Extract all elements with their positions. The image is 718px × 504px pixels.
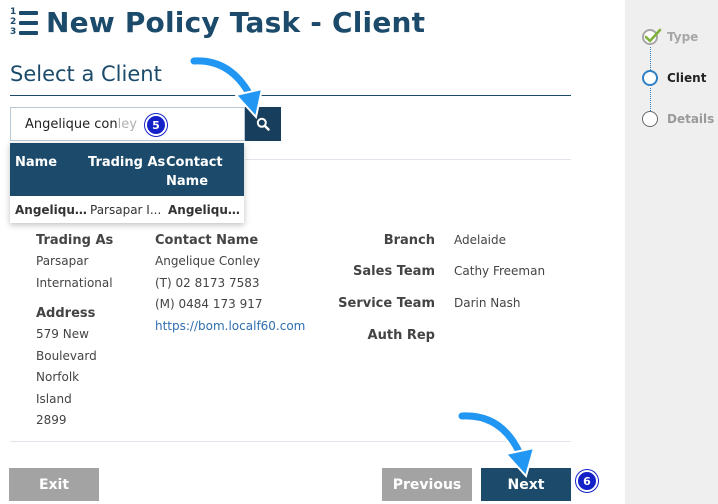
result-trading-as: Parsapar I...: [90, 203, 162, 217]
address-line: Boulevard: [36, 348, 97, 363]
contact-name-label: Contact Name: [155, 233, 259, 248]
service-team-label: Service Team: [338, 296, 435, 311]
step-connector: [650, 88, 651, 111]
contact-mobile: (M) 0484 173 917: [155, 297, 263, 311]
checkmark-icon: [644, 28, 662, 43]
contact-phone: (T) 02 8173 7583: [155, 275, 260, 290]
contact-website-link[interactable]: https://bom.localf60.com: [155, 316, 305, 338]
wizard-step-type[interactable]: Type: [642, 28, 699, 45]
result-contact-name: Angelique ...: [168, 203, 244, 217]
section-title: Select a Client: [10, 62, 162, 86]
step-badge-5: 5: [145, 114, 167, 136]
numbered-list-icon: 1 2 3: [10, 7, 38, 38]
sales-team-value: Cathy Freeman: [454, 264, 546, 278]
branch-value: Adelaide: [454, 233, 507, 247]
trading-as-line: International: [36, 275, 113, 290]
column-header-contact-name: Contact Name: [166, 155, 223, 189]
trading-as-label: Trading As: [36, 233, 114, 248]
step-circle: [642, 70, 658, 86]
exit-button[interactable]: Exit: [9, 468, 99, 501]
wizard-step-client[interactable]: Client: [642, 70, 706, 86]
step-circle: [642, 28, 662, 45]
auth-rep-label: Auth Rep: [367, 328, 435, 343]
contact-details: Angelique Conley (T) 02 8173 7583 (M) 04…: [155, 251, 305, 337]
page-title: New Policy Task - Client: [46, 6, 426, 39]
address-label: Address: [36, 306, 96, 321]
address-value: 579 New Boulevard Norfolk Island 2899: [36, 324, 97, 432]
service-team-value: Darin Nash: [454, 296, 521, 310]
annotation-arrow-icon: [458, 410, 536, 479]
page-header: 1 2 3 New Policy Task - Client: [10, 6, 425, 39]
step-label: Details: [667, 112, 715, 126]
results-header: Name Trading As Contact Name: [10, 143, 244, 196]
address-line: Island: [36, 391, 72, 406]
result-name: Angelique ...: [15, 203, 93, 217]
search-results-dropdown: Name Trading As Contact Name Angelique .…: [10, 143, 244, 223]
search-divider: [245, 159, 571, 160]
column-header-name: Name: [15, 155, 58, 170]
section-divider: [10, 95, 571, 96]
step-badge-6: 6: [576, 470, 598, 492]
sales-team-label: Sales Team: [353, 264, 435, 279]
step-label: Type: [667, 30, 699, 44]
branch-label: Branch: [383, 233, 435, 248]
trading-as-value: Parsapar International: [36, 251, 113, 294]
results-row[interactable]: Angelique ... Parsapar I... Angelique ..…: [10, 196, 244, 223]
trading-as-line: Parsapar: [36, 254, 89, 268]
search-typed-text: Angelique con: [25, 117, 118, 132]
search-autocomplete-hint: ley: [117, 117, 137, 132]
step-connector: [650, 47, 651, 70]
address-line: Norfolk: [36, 370, 80, 384]
address-line: 579 New: [36, 327, 89, 341]
step-label: Client: [667, 71, 707, 85]
wizard-step-details[interactable]: Details: [642, 111, 714, 127]
annotation-arrow-icon: [190, 55, 264, 120]
contact-name: Angelique Conley: [155, 254, 261, 268]
address-line: 2899: [36, 413, 67, 427]
step-circle: [642, 111, 658, 127]
column-header-trading-as: Trading As: [88, 155, 166, 170]
wizard-steps-sidebar: Type Client Details: [625, 0, 718, 504]
